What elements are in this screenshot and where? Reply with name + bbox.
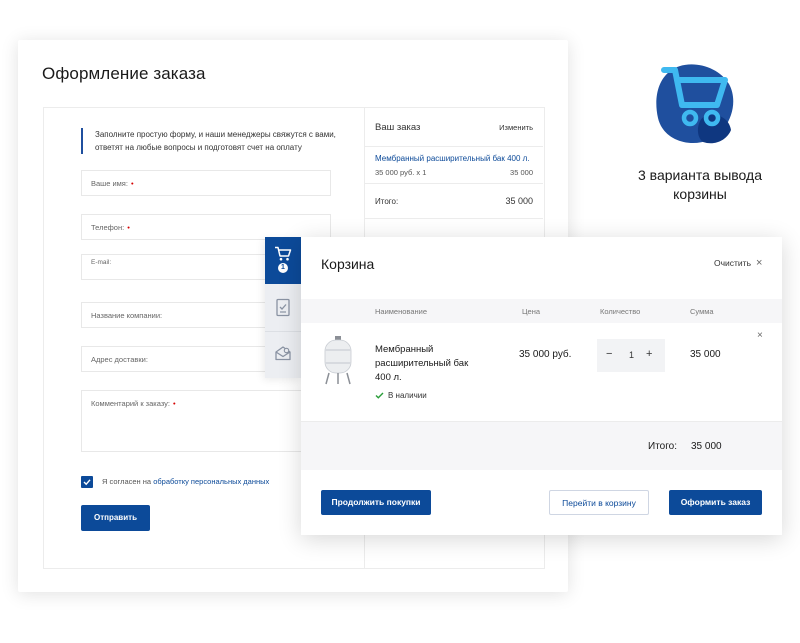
- address-field-label: Адрес доставки:: [91, 355, 148, 364]
- continue-shopping-button[interactable]: Продолжить покупки: [321, 490, 431, 515]
- cart-total-label: Итого:: [648, 441, 677, 452]
- page-title: Оформление заказа: [42, 64, 206, 83]
- envelope-icon: [275, 346, 291, 361]
- name-field[interactable]: Ваше имя: •: [81, 170, 331, 196]
- summary-header: Ваш заказ Изменить: [365, 108, 543, 147]
- qty-increase-button[interactable]: +: [646, 348, 652, 360]
- column-header-qty: Количество: [600, 307, 641, 316]
- check-icon: [375, 392, 384, 399]
- required-mark: •: [130, 179, 134, 188]
- comment-field-label: Комментарий к заказу: •: [91, 399, 176, 408]
- clear-cart-button[interactable]: Очистить: [714, 258, 751, 268]
- cart-table-header: Наименование Цена Количество Сумма: [301, 299, 782, 323]
- summary-item-name[interactable]: Мембранный расширительный бак 400 л.: [375, 154, 533, 163]
- stock-status: В наличии: [375, 391, 427, 400]
- cart-total-value: 35 000: [691, 441, 722, 452]
- qty-value[interactable]: 1: [629, 350, 634, 360]
- company-field-label: Название компании:: [91, 311, 163, 320]
- document-icon: [276, 298, 290, 317]
- cart-popup: Корзина Очистить × Наименование Цена Кол…: [301, 237, 782, 535]
- consent-checkbox[interactable]: [81, 476, 93, 488]
- column-header-price: Цена: [522, 307, 541, 316]
- summary-item: Мембранный расширительный бак 400 л. 35 …: [375, 154, 533, 177]
- summary-title: Ваш заказ: [375, 122, 421, 133]
- check-icon: [83, 479, 91, 486]
- edit-order-link[interactable]: Изменить: [499, 123, 533, 132]
- consent-text: Я согласен на обработку персональных дан…: [102, 477, 270, 486]
- close-popup-icon[interactable]: ×: [756, 258, 762, 269]
- form-intro-text: Заполните простую форму, и наши менеджер…: [81, 128, 355, 154]
- remove-item-icon[interactable]: ×: [757, 330, 763, 341]
- product-image[interactable]: [321, 335, 355, 385]
- column-header-sum: Сумма: [690, 307, 714, 316]
- cart-icon: [275, 246, 292, 261]
- privacy-policy-link[interactable]: обработку персональных данных: [153, 477, 269, 486]
- submit-button[interactable]: Отправить: [81, 505, 150, 531]
- column-header-name: Наименование: [375, 307, 427, 316]
- promo-caption: 3 варианта вывода корзины: [637, 167, 762, 202]
- required-mark: •: [173, 399, 176, 408]
- tab-messages[interactable]: [265, 331, 301, 378]
- checkout-button[interactable]: Оформить заказ: [669, 490, 762, 515]
- phone-field-label: Телефон: •: [91, 223, 130, 232]
- cart-item-sum: 35 000: [690, 349, 721, 360]
- cart-item-name[interactable]: Мембранный расширительный бак 400 л.: [375, 343, 485, 385]
- tab-cart[interactable]: 1: [265, 237, 301, 284]
- comment-textarea[interactable]: Комментарий к заказу: •: [81, 390, 331, 452]
- summary-item-price: 35 000: [510, 168, 533, 177]
- qty-decrease-button[interactable]: −: [606, 348, 612, 360]
- cart-side-tabs: 1: [265, 237, 301, 378]
- name-field-label: Ваше имя: •: [91, 179, 134, 188]
- cart-total: Итого: 35 000: [301, 421, 782, 470]
- required-mark: •: [127, 223, 130, 232]
- summary-total-label: Итого:: [375, 197, 399, 206]
- email-field-label: E-mail:: [91, 259, 112, 266]
- cart-item-price: 35 000 руб.: [519, 349, 572, 360]
- cart-logo-icon: [656, 64, 734, 144]
- tab-order-form[interactable]: [265, 284, 301, 332]
- cart-title: Корзина: [321, 256, 375, 272]
- summary-total: Итого: 35 000: [365, 183, 543, 219]
- cart-count-badge: 1: [278, 263, 288, 273]
- quantity-stepper: − 1 +: [597, 339, 665, 372]
- summary-item-qty: 35 000 руб. х 1: [375, 168, 427, 177]
- summary-total-value: 35 000: [505, 196, 533, 206]
- go-to-cart-button[interactable]: Перейти в корзину: [549, 490, 649, 515]
